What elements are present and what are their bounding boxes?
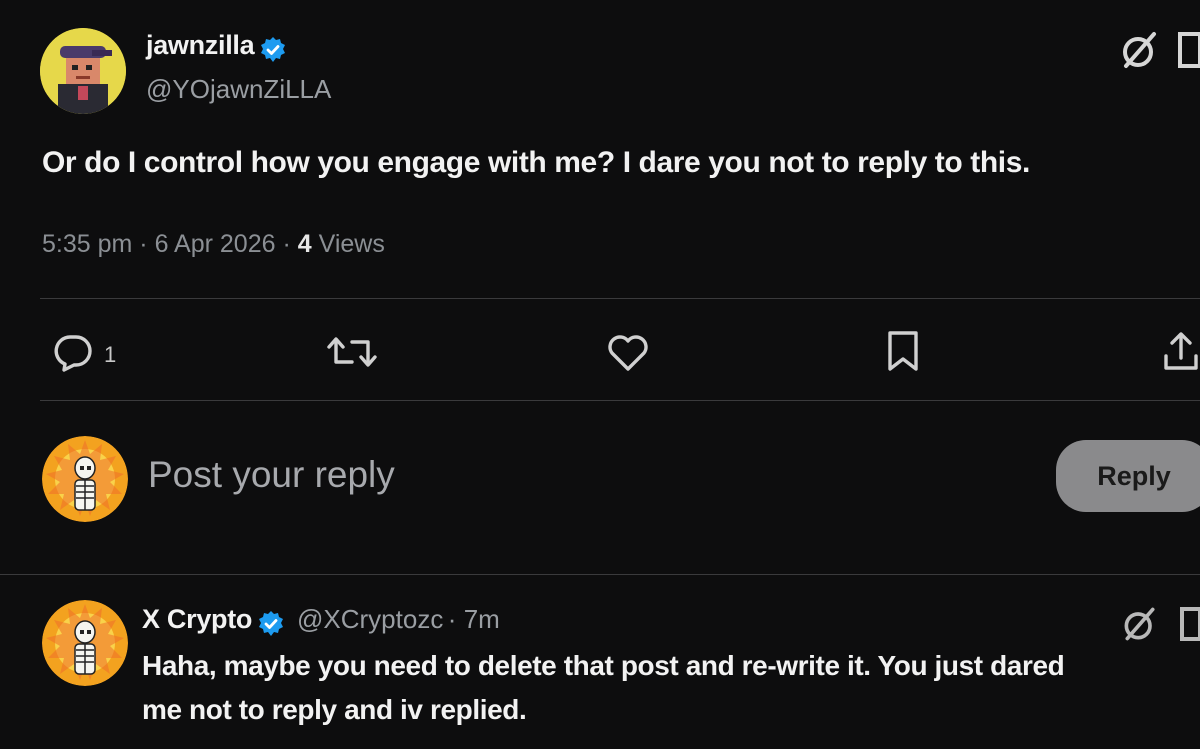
tweet-date[interactable]: 6 Apr 2026 xyxy=(155,230,276,258)
meta-separator: · xyxy=(139,230,155,258)
author-avatar[interactable] xyxy=(40,28,126,114)
my-avatar[interactable] xyxy=(42,436,128,522)
meta-separator: · xyxy=(282,230,298,258)
tweet-time[interactable]: 5:35 pm xyxy=(42,230,132,258)
divider-bottom xyxy=(40,400,1200,401)
tweet-text: Or do I control how you engage with me? … xyxy=(42,146,1030,179)
reply-header: X Crypto @XCryptozc · 7m xyxy=(142,604,500,638)
reply-text-line-1: Haha, maybe you need to delete that post… xyxy=(142,650,1065,681)
grok-icon[interactable] xyxy=(1120,604,1160,644)
verified-badge-icon xyxy=(259,36,287,64)
reply-icon[interactable] xyxy=(52,334,94,372)
grok-icon[interactable] xyxy=(1118,28,1162,72)
reply-count: 1 xyxy=(104,342,117,367)
reply-text-line-2: me not to reply and iv replied. xyxy=(142,694,527,725)
tweet-meta: 5:35 pm · 6 Apr 2026 · 4 Views xyxy=(42,230,385,259)
more-icon[interactable] xyxy=(1180,606,1200,642)
views-label: Views xyxy=(318,230,385,258)
author-handle[interactable]: @YOjawnZiLLA xyxy=(146,74,331,105)
reply-author-avatar[interactable] xyxy=(42,600,128,686)
like-icon[interactable] xyxy=(606,334,650,372)
meta-separator: · xyxy=(447,604,464,634)
divider-thread xyxy=(0,574,1200,575)
reply-age[interactable]: 7m xyxy=(464,604,500,634)
verified-badge-icon xyxy=(257,610,285,638)
repost-icon[interactable] xyxy=(326,334,378,370)
bookmark-icon[interactable] xyxy=(886,330,920,372)
reply-button[interactable]: Reply xyxy=(1056,440,1200,512)
divider-top xyxy=(40,298,1200,299)
views-count: 4 xyxy=(297,230,312,258)
share-icon[interactable] xyxy=(1162,330,1200,372)
reply-input[interactable]: Post your reply xyxy=(148,454,1028,500)
author-name[interactable]: jawnzilla xyxy=(146,30,255,60)
reply-author-name[interactable]: X Crypto xyxy=(142,604,252,634)
reply-author-handle[interactable]: @XCryptozc xyxy=(297,604,443,634)
more-icon[interactable] xyxy=(1178,30,1200,70)
